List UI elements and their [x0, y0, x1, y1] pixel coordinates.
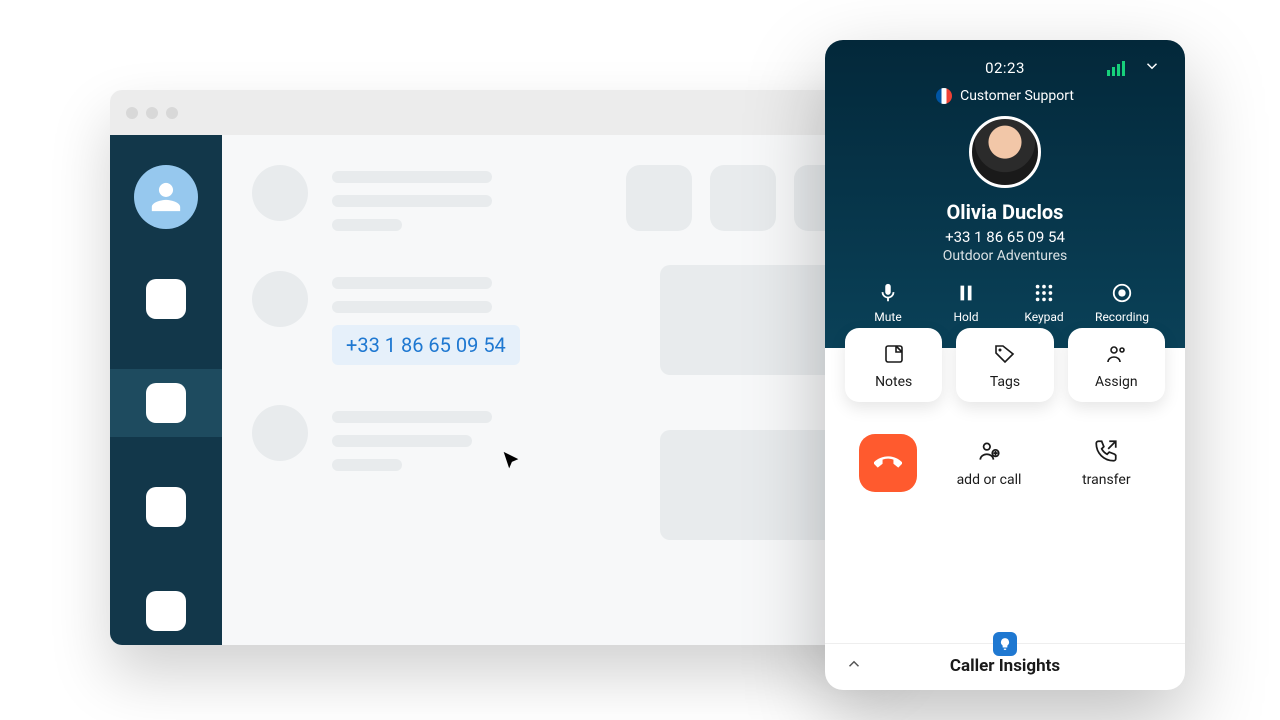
phone-top: 02:23 Customer Support Olivia Duclos +33…	[825, 40, 1185, 348]
placeholder-card	[626, 165, 692, 231]
chevron-down-icon	[1143, 57, 1161, 75]
crm-sidebar	[110, 135, 222, 645]
caller-avatar	[969, 116, 1041, 188]
placeholder-avatar	[252, 271, 308, 327]
sidebar-item-4[interactable]	[110, 577, 222, 645]
sidebar-item-2[interactable]	[110, 369, 222, 437]
recording-button[interactable]: Recording	[1087, 282, 1157, 324]
hangup-icon	[874, 449, 902, 477]
chevron-up-icon	[845, 655, 863, 677]
placeholder-card	[710, 165, 776, 231]
call-timer: 02:23	[985, 59, 1025, 77]
window-dot	[146, 107, 158, 119]
hold-button[interactable]: Hold	[931, 282, 1001, 324]
sidebar-avatar[interactable]	[134, 165, 198, 229]
tag-icon	[993, 342, 1017, 366]
notes-icon	[882, 342, 906, 366]
add-person-icon	[976, 438, 1002, 464]
assign-icon	[1104, 342, 1128, 366]
assign-card[interactable]: Assign	[1068, 328, 1165, 402]
caller-company: Outdoor Adventures	[943, 248, 1067, 264]
sidebar-item-3[interactable]	[110, 473, 222, 541]
crm-main: +33 1 86 65 09 54	[222, 135, 890, 645]
placeholder-avatar	[252, 165, 308, 221]
add-or-call-button[interactable]: add or call	[944, 438, 1034, 488]
transfer-button[interactable]: transfer	[1061, 438, 1151, 488]
caller-insights-toggle[interactable]: Caller Insights	[825, 643, 1185, 690]
clickable-phone-number[interactable]: +33 1 86 65 09 54	[332, 325, 520, 365]
tags-card[interactable]: Tags	[956, 328, 1053, 402]
record-icon	[1111, 282, 1133, 304]
france-flag-icon	[936, 88, 952, 104]
caller-name: Olivia Duclos	[947, 200, 1064, 224]
mute-button[interactable]: Mute	[853, 282, 923, 324]
crm-body: +33 1 86 65 09 54	[110, 135, 890, 645]
caller-phone: +33 1 86 65 09 54	[945, 228, 1065, 246]
crm-window: +33 1 86 65 09 54	[110, 90, 890, 645]
collapse-button[interactable]	[1143, 57, 1161, 79]
keypad-button[interactable]: Keypad	[1009, 282, 1079, 324]
person-icon	[149, 180, 183, 214]
transfer-icon	[1093, 438, 1119, 464]
insights-badge-icon	[993, 632, 1017, 656]
pause-icon	[955, 282, 977, 304]
window-dot	[126, 107, 138, 119]
hangup-button[interactable]	[859, 434, 917, 492]
sidebar-item-1[interactable]	[110, 265, 222, 333]
keypad-icon	[1033, 282, 1055, 304]
notes-card[interactable]: Notes	[845, 328, 942, 402]
signal-icon	[1107, 61, 1125, 76]
window-titlebar	[110, 90, 890, 135]
queue-label: Customer Support	[936, 88, 1074, 104]
phone-panel: 02:23 Customer Support Olivia Duclos +33…	[825, 40, 1185, 690]
placeholder-avatar	[252, 405, 308, 461]
mic-icon	[877, 282, 899, 304]
window-dot	[166, 107, 178, 119]
